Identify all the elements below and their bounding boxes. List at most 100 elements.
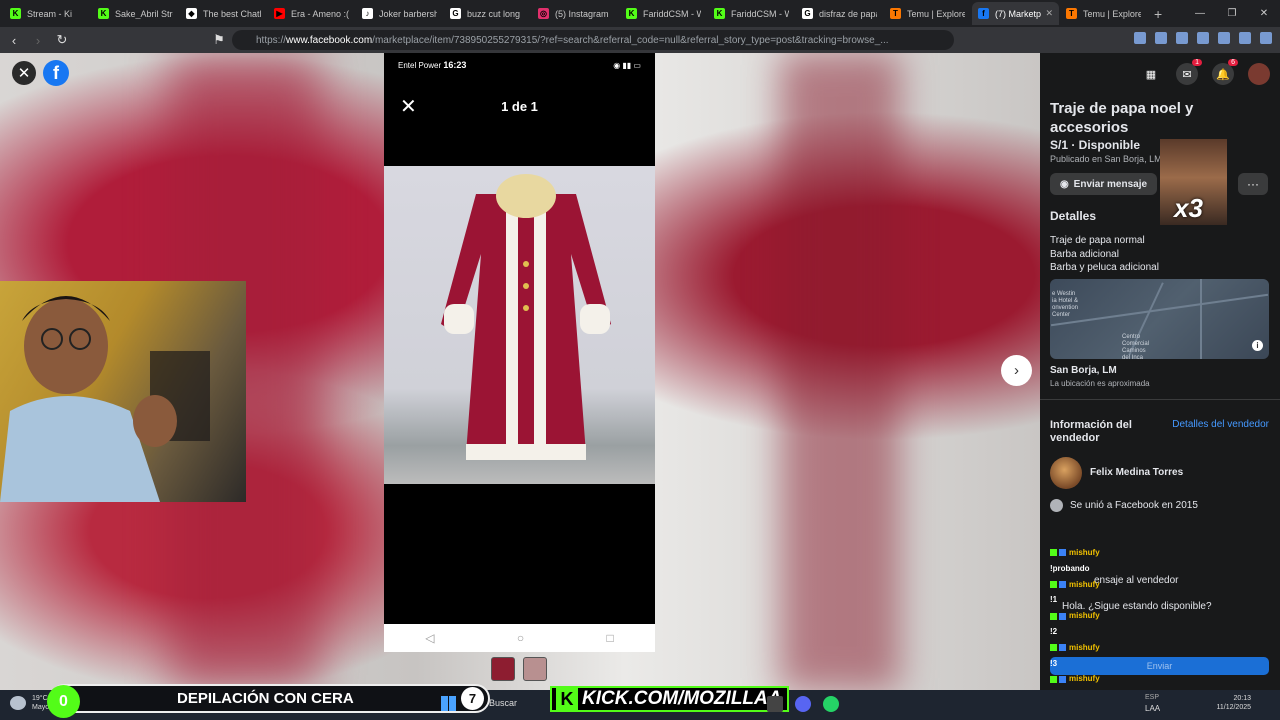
browser-tab[interactable]: K FariddCSM - W	[708, 2, 795, 25]
tab-favicon-icon: ◆	[186, 8, 197, 19]
bookmark-icon[interactable]: ⚑	[209, 32, 229, 48]
minimize-button[interactable]: —	[1184, 8, 1216, 19]
tab-label: Temu | Explore	[1083, 8, 1141, 19]
facebook-icon	[1050, 499, 1063, 512]
thumbnail[interactable]	[491, 657, 515, 681]
android-back-icon: ◁	[425, 631, 435, 645]
browser-tab[interactable]: ♪ Joker barbersh	[356, 2, 443, 25]
seller-name[interactable]: Felix Medina Torres	[1090, 467, 1183, 478]
thumbnail[interactable]	[523, 657, 547, 681]
phone-status-icons: ◉ ▮▮ ▭	[613, 60, 641, 70]
back-icon[interactable]: ‹	[4, 33, 24, 48]
chat-message: !probando	[1050, 563, 1090, 573]
map-info-icon[interactable]: i	[1252, 340, 1263, 351]
tab-label: (7) Marketp	[995, 8, 1042, 19]
menu-icon[interactable]	[1260, 32, 1272, 44]
language-indicator[interactable]: ESP	[1145, 694, 1159, 701]
extension-icon[interactable]	[1218, 32, 1230, 44]
seller-details-link[interactable]: Detalles del vendedor	[1172, 419, 1269, 430]
clock-date: 11/12/2025	[1216, 704, 1251, 711]
extension-icon[interactable]	[1239, 32, 1251, 44]
maximize-button[interactable]: ❐	[1216, 8, 1248, 19]
meme-text: x3	[1174, 193, 1203, 223]
tab-favicon-icon: K	[714, 8, 725, 19]
tab-label: Stream - Ki	[27, 8, 73, 19]
android-nav-bar: ◁ ○ □	[384, 624, 655, 652]
chat-line: mishufy	[1050, 640, 1280, 656]
location-map[interactable]: e Westin ia Hotel & onvention Center Cen…	[1050, 279, 1269, 359]
extension-icon[interactable]	[1155, 32, 1167, 44]
tab-label: Sake_Abril Stre	[115, 8, 173, 19]
browser-tab[interactable]: ▶ Era - Ameno :(	[268, 2, 355, 25]
discord-icon[interactable]	[795, 696, 811, 712]
reload-icon[interactable]: ↻	[52, 32, 72, 48]
tab-favicon-icon: K	[10, 8, 21, 19]
tab-favicon-icon: K	[98, 8, 109, 19]
close-window-button[interactable]: ✕	[1248, 8, 1280, 19]
chat-username: mishufy	[1069, 548, 1100, 557]
close-icon[interactable]: ✕	[12, 61, 36, 85]
weather-icon	[10, 696, 26, 710]
browser-tab[interactable]: K Stream - Ki	[4, 2, 91, 25]
url-field[interactable]: https://www.facebook.com/marketplace/ite…	[232, 30, 954, 50]
tab-label: disfraz de papa	[819, 8, 877, 19]
seller-avatar[interactable]	[1050, 457, 1082, 489]
tab-favicon-icon: G	[450, 8, 461, 19]
next-photo-button[interactable]: ›	[1001, 355, 1032, 386]
tab-label: FariddCSM - W	[643, 8, 701, 19]
facebook-logo-icon[interactable]: f	[43, 60, 69, 86]
messenger-icon: ◉	[1059, 178, 1069, 190]
messenger-icon[interactable]: ✉ 1	[1176, 59, 1202, 85]
browser-tab[interactable]: Gdisfraz de papa	[796, 2, 883, 25]
address-bar-row: ‹ › ↻ ⚑ https://www.facebook.com/marketp…	[0, 27, 1280, 53]
browser-tab[interactable]: Gbuzz cut long	[444, 2, 531, 25]
browser-tab[interactable]: K FariddCSM - W	[620, 2, 707, 25]
translate-icon[interactable]	[1134, 32, 1146, 44]
chat-username: mishufy	[1069, 642, 1100, 652]
profile-avatar[interactable]	[1248, 63, 1270, 85]
tab-close-icon[interactable]: ✕	[1041, 8, 1053, 19]
clock-time: 20:13	[1233, 695, 1251, 702]
tab-label: Temu | Explore	[907, 8, 965, 19]
tab-favicon-icon: T	[890, 8, 901, 19]
browser-tab[interactable]: ◆ The best ChatB	[180, 2, 267, 25]
apps-grid-icon[interactable]: ▦	[1140, 63, 1162, 85]
browser-tab[interactable]: K Sake_Abril Stre	[92, 2, 179, 25]
whatsapp-icon[interactable]	[823, 696, 839, 712]
chat-line: !1	[1050, 592, 1280, 608]
chat-message: !2	[1050, 626, 1058, 636]
send-message-button[interactable]: ◉ Enviar mensaje	[1050, 173, 1157, 195]
tab-favicon-icon: ◎	[538, 8, 549, 19]
browser-tab[interactable]: T Temu | Explore	[1060, 2, 1147, 25]
browser-tab[interactable]: ◎ (5) Instagram	[532, 2, 619, 25]
laughing-meme-overlay: x3	[1160, 139, 1227, 225]
browser-tab[interactable]: T Temu | Explore	[884, 2, 971, 25]
joined-info: Se unió a Facebook en 2015	[1050, 499, 1198, 512]
tab-favicon-icon: T	[1066, 8, 1077, 19]
browser-tab[interactable]: f (7) Marketp ✕	[972, 2, 1059, 25]
audio-app-icon[interactable]	[767, 696, 783, 712]
kick-url-banner: K KICK.COM/MOZILLAA	[550, 686, 790, 712]
windows-start-icon[interactable]	[441, 696, 456, 711]
new-tab-button[interactable]: +	[1154, 6, 1162, 22]
more-options-button[interactable]: ···	[1238, 173, 1268, 195]
chat-line: !2	[1050, 624, 1280, 640]
tab-label: Era - Ameno :(	[291, 8, 349, 19]
kick-badge-icon	[1050, 549, 1057, 557]
tab-favicon-icon: K	[626, 8, 637, 19]
phone-status-bar: Entel Power 16:23 ◉ ▮▮ ▭	[384, 53, 655, 77]
taskbar-search[interactable]: Buscar	[489, 698, 517, 708]
taskbar-clock[interactable]: 20:13 11/12/2025	[1209, 694, 1251, 712]
extension-icon[interactable]	[1176, 32, 1188, 44]
chat-username: mishufy	[1069, 611, 1100, 621]
notifications-icon[interactable]: 🔔 6	[1212, 59, 1238, 85]
detail-line: Barba y peluca adicional	[1050, 262, 1159, 273]
keyboard-layout[interactable]: LAA	[1145, 704, 1160, 713]
joined-text: Se unió a Facebook en 2015	[1070, 500, 1198, 511]
chat-message: !1	[1050, 595, 1058, 605]
map-label: Centro Comercial Caminos del Inca	[1122, 334, 1150, 359]
forward-icon[interactable]: ›	[28, 33, 48, 48]
extension-icon[interactable]	[1197, 32, 1209, 44]
webcam-overlay	[0, 281, 246, 502]
thumbnail-strip	[491, 657, 547, 681]
